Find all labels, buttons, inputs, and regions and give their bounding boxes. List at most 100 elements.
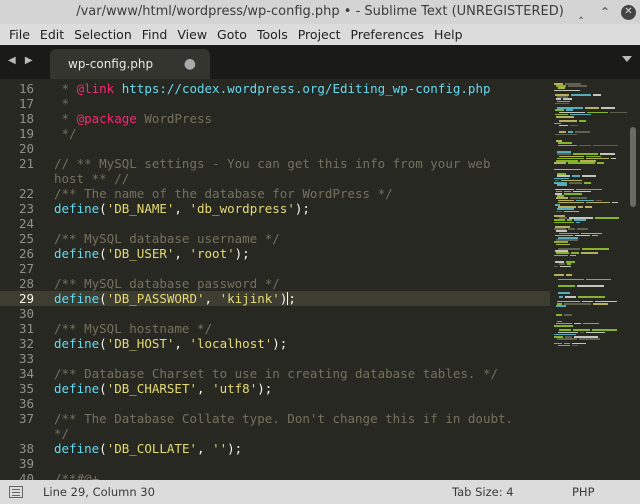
minimap-stroke — [597, 162, 604, 164]
tab-menu-chevron-down-icon[interactable] — [622, 56, 632, 62]
tab-nav-arrows-icon[interactable]: ◀ ▶ — [8, 55, 36, 66]
code-line[interactable]: /** The Database Collate type. Don't cha… — [54, 411, 513, 426]
minimap-stroke — [585, 206, 592, 208]
code-line[interactable]: define('DB_NAME', 'db_wordpress'); — [54, 201, 310, 216]
code-token: ); — [272, 336, 288, 351]
vertical-scrollbar[interactable] — [630, 127, 636, 207]
minimap-stroke — [572, 344, 578, 347]
minimap-stroke — [576, 221, 580, 224]
code-token: 'localhost' — [189, 336, 273, 351]
line-number: 26 — [18, 246, 34, 261]
minimap-stroke — [558, 344, 570, 347]
code-token: 'root' — [189, 246, 235, 261]
menu-tools[interactable]: Tools — [252, 24, 293, 45]
menu-find[interactable]: Find — [137, 24, 173, 45]
code-line[interactable]: host ** // — [54, 171, 129, 186]
code-line[interactable]: /** MySQL database password */ — [54, 276, 280, 291]
code-token: * — [54, 81, 77, 96]
tab-wp-config[interactable]: wp-config.php ● — [50, 49, 210, 79]
minimap-stroke — [593, 94, 601, 96]
code-token: , — [204, 291, 220, 306]
code-token: 'DB_HOST' — [106, 336, 175, 351]
minimap-stroke — [568, 85, 587, 87]
line-number: 18 — [18, 111, 34, 126]
code-token: * — [54, 111, 77, 126]
line-number: 40 — [18, 471, 34, 480]
code-line[interactable]: * @package WordPress — [54, 111, 213, 126]
menu-bar: File Edit Selection Find View Goto Tools… — [0, 24, 640, 45]
tab-size-indicator[interactable]: Tab Size: 4 — [452, 480, 514, 504]
minimap-stroke — [559, 296, 563, 298]
minimap-stroke — [558, 285, 575, 287]
code-token: */ — [54, 426, 70, 441]
code-line[interactable]: /** MySQL hostname */ — [54, 321, 212, 336]
minimap-stroke — [571, 94, 591, 96]
minimap-stroke — [556, 116, 574, 118]
line-number: 33 — [18, 351, 34, 366]
code-line[interactable]: /** Database Charset to use in creating … — [54, 366, 498, 381]
window-controls: ‸ ⌃ ✕ — [573, 0, 636, 24]
code-line[interactable]: define('DB_PASSWORD', 'kijink'); — [54, 291, 296, 306]
code-token: ( — [99, 201, 107, 216]
code-token: ( — [99, 381, 107, 396]
code-line[interactable]: define('DB_HOST', 'localhost'); — [54, 336, 287, 351]
code-token: 'DB_NAME' — [106, 201, 175, 216]
code-token: /** Database Charset to use in creating … — [54, 366, 499, 381]
code-token: ( — [99, 291, 107, 306]
close-icon[interactable]: ✕ — [621, 4, 636, 20]
code-line[interactable]: define('DB_USER', 'root'); — [54, 246, 250, 261]
minimap-stroke — [555, 102, 569, 105]
editor[interactable]: 16 17 18 19 20 21 22 23 24 25 26 27 28 29 30 31 32 33 34 35… — [0, 79, 640, 480]
code-token: ); — [227, 441, 243, 456]
code-line[interactable]: define('DB_COLLATE', ''); — [54, 441, 242, 456]
panel-toggle-icon[interactable] — [9, 486, 23, 498]
code-token: /** The Database Collate type. Don't cha… — [54, 411, 514, 426]
code-line[interactable]: */ — [54, 426, 69, 441]
code-token: , — [197, 441, 213, 456]
minimap-stroke — [554, 265, 558, 268]
menu-file[interactable]: File — [4, 24, 35, 45]
menu-help[interactable]: Help — [429, 24, 468, 45]
minimap-stroke — [592, 234, 598, 237]
minimap-stroke — [558, 292, 570, 294]
code-token: WordPress — [136, 111, 213, 126]
code-line[interactable]: */ — [54, 126, 77, 141]
syntax-indicator[interactable]: PHP — [572, 480, 595, 504]
menu-goto[interactable]: Goto — [212, 24, 252, 45]
code-line[interactable]: define('DB_CHARSET', 'utf8'); — [54, 381, 272, 396]
code-line[interactable]: * — [54, 96, 70, 111]
code-line[interactable]: /**#@+ — [54, 471, 99, 480]
code-token: // ** MySQL settings - You can get this … — [54, 156, 491, 171]
code-token: ) — [279, 291, 288, 306]
minimap-stroke — [593, 144, 618, 147]
code-token: host ** // — [54, 171, 130, 186]
code-token: /** MySQL database password */ — [54, 276, 280, 291]
code-line[interactable]: /** MySQL database username */ — [54, 231, 280, 246]
minimap-stroke — [586, 331, 605, 334]
code-area[interactable]: * @link https://codex.wordpress.org/Edit… — [54, 79, 550, 480]
code-line[interactable]: // ** MySQL settings - You can get this … — [54, 156, 491, 171]
maximize-icon[interactable]: ⌃ — [597, 4, 613, 20]
menu-selection[interactable]: Selection — [69, 24, 137, 45]
unsaved-dot-icon[interactable]: ● — [184, 49, 196, 79]
menu-edit[interactable]: Edit — [35, 24, 69, 45]
code-token: define — [54, 246, 100, 261]
line-number: 35 — [18, 381, 34, 396]
minimize-icon[interactable]: ‸ — [573, 4, 589, 20]
minimap-stroke — [593, 303, 608, 305]
minimap-stroke — [568, 228, 575, 230]
code-line[interactable]: * @link https://codex.wordpress.org/Edit… — [54, 81, 491, 96]
minimap[interactable] — [554, 79, 630, 480]
menu-preferences[interactable]: Preferences — [346, 24, 430, 45]
minimap-stroke — [610, 111, 627, 114]
minimap-stroke — [556, 210, 562, 213]
code-token: , — [197, 381, 213, 396]
code-token: , — [174, 246, 190, 261]
menu-project[interactable]: Project — [293, 24, 346, 45]
menu-view[interactable]: View — [172, 24, 212, 45]
minimap-stroke — [558, 144, 577, 147]
minimap-stroke — [556, 314, 562, 316]
code-line[interactable]: /** The name of the database for WordPre… — [54, 186, 393, 201]
minimap-stroke — [577, 285, 604, 287]
line-number: 28 — [18, 276, 34, 291]
